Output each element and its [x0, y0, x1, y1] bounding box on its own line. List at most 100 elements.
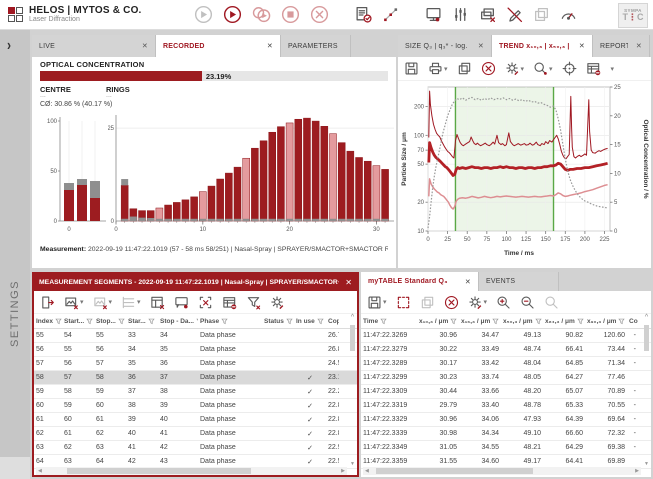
edit-slash-icon[interactable] [506, 6, 523, 23]
adjust-sliders-icon[interactable] [452, 6, 469, 23]
duplicate-window-icon[interactable] [533, 6, 550, 23]
table-row[interactable]: 11:47:22.332930.9634.0647.9364.3969.64- [361, 413, 651, 427]
column-header[interactable]: x₁₆,₃ / μm [459, 318, 501, 325]
scroll-right-icon[interactable]: ▶ [633, 468, 641, 474]
column-header[interactable]: x₉₀,₃ / μm [585, 318, 627, 325]
sidebar-expand-icon[interactable]: › [7, 36, 11, 54]
close-windows-icon[interactable] [479, 6, 496, 23]
filter-icon[interactable] [246, 295, 261, 310]
table-row[interactable]: 11:47:22.334931.0534.5548.2164.2969.38- [361, 441, 651, 455]
settings-icon[interactable] [270, 295, 285, 310]
segments-hscrollbar[interactable]: ◀ ▶ [36, 467, 347, 475]
table-row[interactable]: 6059603839Data phase✓22.8 [34, 399, 357, 413]
rings-more-button[interactable]: ... [106, 94, 172, 98]
start-measurement-icon[interactable] [223, 5, 242, 24]
table-row[interactable]: 5958593738Data phase✓22.2 [34, 385, 357, 399]
column-header[interactable]: Phase [198, 318, 262, 325]
sidebar-settings-label[interactable]: SETTINGS [9, 280, 21, 347]
table-row[interactable]: 11:47:22.330930.4433.6648.2065.0770.89- [361, 385, 651, 399]
sop-icon[interactable] [355, 6, 372, 23]
save-icon[interactable] [404, 61, 419, 76]
tab-close-icon[interactable]: ✕ [628, 42, 642, 50]
table-row[interactable]: 6362634142Data phase✓22.9 [34, 441, 357, 455]
scroll-left-icon[interactable]: ◀ [363, 468, 371, 474]
column-expander[interactable]: ^ [351, 314, 354, 321]
table-options-icon[interactable] [222, 295, 237, 310]
table-row[interactable]: 11:47:22.326930.9634.4749.1390.82120.60- [361, 329, 651, 343]
tab-parameters[interactable]: PARAMETERS [281, 35, 351, 57]
table-row[interactable]: 5554553334Data phase26.7 [34, 329, 357, 343]
table-row[interactable]: 11:47:22.333930.9834.3449.1066.6072.32- [361, 427, 651, 441]
table-row[interactable]: 5655563435Data phase26.8 [34, 343, 357, 357]
tab-close-icon[interactable]: ✕ [259, 42, 273, 50]
comment-icon[interactable] [174, 295, 189, 310]
table-row[interactable]: 11:47:22.327930.2233.4948.7466.4173.44- [361, 343, 651, 357]
vscroll-thumb[interactable] [350, 325, 355, 351]
table-row[interactable]: 5857583637Data phase✓23.1 [34, 371, 357, 385]
centre-more-button[interactable]: ... [40, 94, 106, 98]
table-row[interactable]: 11:47:22.331929.7933.4048.7865.3370.55- [361, 399, 651, 413]
crosshair-icon[interactable] [562, 61, 577, 76]
column-header[interactable]: Index [34, 318, 62, 325]
print-icon[interactable]: ▾ [428, 61, 448, 76]
tab-mytable[interactable]: myTABLE Standard Q₃✕ [361, 272, 479, 291]
column-header[interactable]: Cop [326, 318, 339, 325]
scroll-right-icon[interactable]: ▶ [339, 468, 347, 474]
tab-close-icon[interactable]: ✕ [457, 278, 471, 286]
selection-icon[interactable] [198, 295, 213, 310]
column-header[interactable]: Start... [62, 318, 94, 325]
tab-live[interactable]: LIVE✕ [32, 35, 156, 57]
tab-close-icon[interactable]: ✕ [470, 42, 484, 50]
vscroll-thumb[interactable] [644, 325, 649, 351]
view-gauge-icon[interactable] [560, 6, 577, 23]
zoom-icon[interactable]: ▾ [533, 61, 553, 76]
trend-setup-icon[interactable] [382, 6, 399, 23]
delete-icon[interactable] [481, 61, 496, 76]
tab-recorded[interactable]: RECORDED✕ [156, 35, 281, 57]
tab-size[interactable]: SIZE Q₃ | q₃* - log. Netz✕ [398, 35, 492, 57]
zoom-reset-disabled-icon[interactable] [544, 295, 559, 310]
column-header[interactable]: Status [262, 318, 294, 325]
settings-icon[interactable]: ▾ [505, 61, 525, 76]
abort-icon[interactable] [310, 5, 329, 24]
table-row[interactable]: 11:47:22.328930.1733.4248.0464.8571.34- [361, 357, 651, 371]
settings-icon[interactable]: ▾ [468, 295, 488, 310]
selection-icon[interactable] [396, 295, 411, 310]
monitor-icon[interactable] [425, 6, 442, 23]
tab-close-icon[interactable]: ✕ [134, 42, 148, 50]
tab-report[interactable]: REPORT✕ [593, 35, 650, 57]
segments-title-bar[interactable]: MEASUREMENT SEGMENTS - 2022-09-19 11:47:… [34, 274, 357, 291]
export-image-disabled-icon[interactable]: ▾ [93, 295, 113, 310]
copy-disabled-icon[interactable] [420, 295, 435, 310]
table-row[interactable]: 6261624041Data phase✓22.8 [34, 427, 357, 441]
table-row[interactable]: 6160613940Data phase✓22.8 [34, 413, 357, 427]
column-header[interactable]: Stop... [94, 318, 126, 325]
column-header[interactable]: Time [361, 318, 417, 325]
segment-rows-disabled-icon[interactable]: ▾ [121, 295, 141, 310]
more-options-icon[interactable]: ▾ [610, 65, 615, 73]
zoom-in-icon[interactable] [496, 295, 511, 310]
play-disabled-icon[interactable] [194, 5, 213, 24]
mytable-vscrollbar[interactable]: ^ ▼ [642, 314, 651, 467]
hscroll-thumb[interactable] [67, 468, 250, 474]
column-expander[interactable]: ^ [645, 314, 648, 321]
tab-trend[interactable]: TREND x₁₀,₃ | x₅₀,₃ | x₉₀,✕ [492, 35, 593, 57]
segments-vscrollbar[interactable]: ^ ▼ [348, 314, 357, 467]
column-header[interactable]: Copt [627, 318, 638, 325]
column-header[interactable]: Star... [126, 318, 158, 325]
column-header[interactable]: Stop - Da... [158, 318, 198, 325]
stop-disabled-icon[interactable] [281, 5, 300, 24]
hscroll-thumb[interactable] [376, 468, 533, 474]
column-header[interactable]: In use [294, 318, 326, 325]
mytable-hscrollbar[interactable]: ◀ ▶ [363, 467, 641, 475]
export-table-icon[interactable] [150, 295, 165, 310]
delete-icon[interactable] [444, 295, 459, 310]
table-row[interactable]: 5756573536Data phase24.5 [34, 357, 357, 371]
scroll-down-icon[interactable]: ▼ [644, 461, 649, 467]
column-header[interactable]: x₁₀,₃ / μm [417, 318, 459, 325]
scroll-down-icon[interactable]: ▼ [350, 461, 355, 467]
extract-segment-icon[interactable] [40, 295, 55, 310]
tab-close-icon[interactable]: ✕ [571, 42, 585, 50]
tab-events[interactable]: EVENTS [479, 272, 559, 291]
table-row[interactable]: 11:47:22.329930.2333.7448.0564.2777.46 [361, 371, 651, 385]
